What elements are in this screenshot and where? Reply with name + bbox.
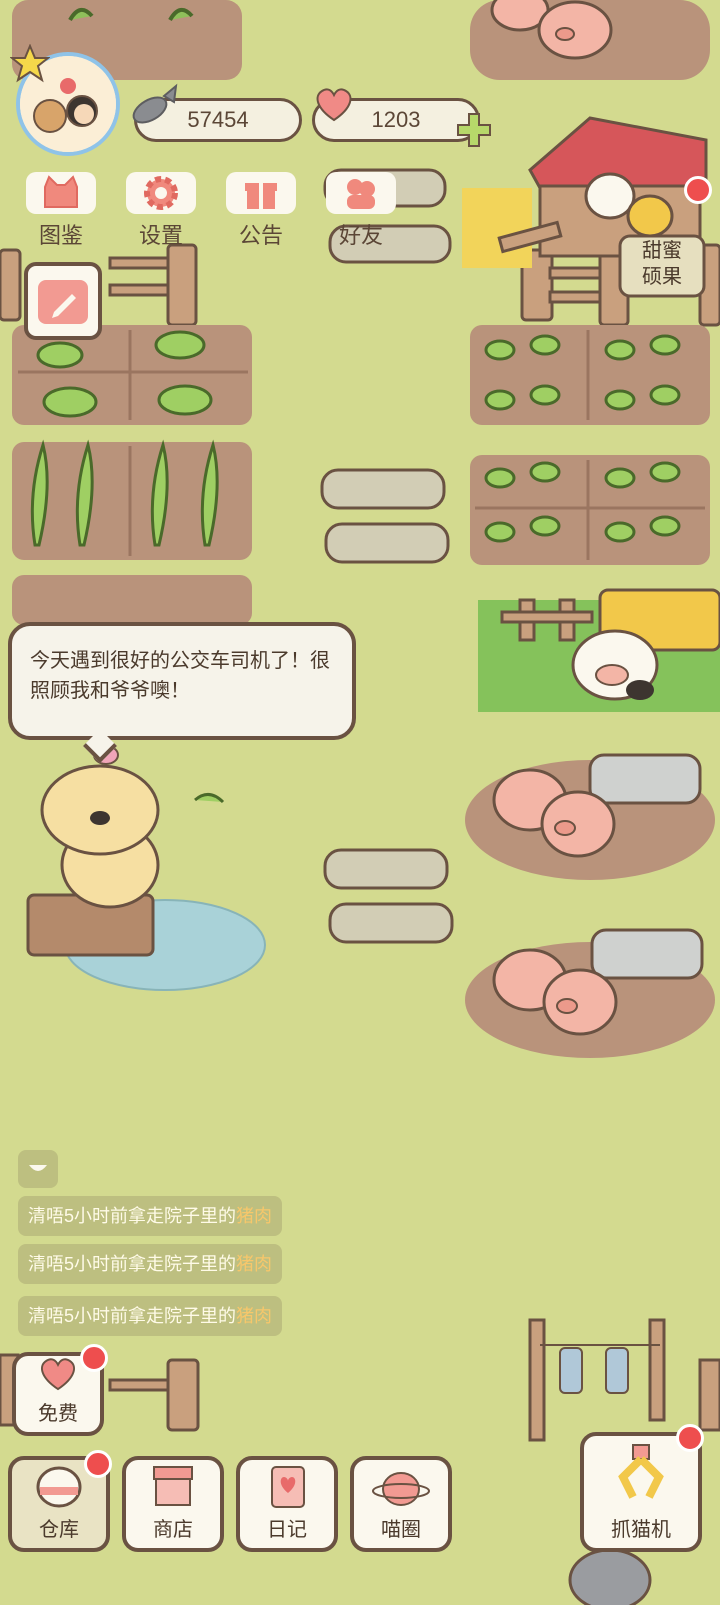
- claw-machine-badge: [676, 1424, 704, 1452]
- diary-button[interactable]: 日记: [236, 1456, 338, 1552]
- storage-jar-icon: [36, 1466, 82, 1508]
- hearts-count: 1203: [371, 107, 421, 132]
- claw-icon: [618, 1444, 664, 1499]
- fish-icon: [128, 82, 178, 137]
- sweet-harvest-sign[interactable]: 甜蜜 硕果: [620, 238, 704, 294]
- notice-icon-wrap: [226, 172, 296, 214]
- heart-icon-svg: [316, 88, 352, 122]
- diary-icon: [271, 1466, 305, 1508]
- storage-label: 仓库: [39, 1519, 79, 1541]
- guide-label: 图鉴: [38, 223, 83, 248]
- notice-label: 公告: [238, 223, 283, 248]
- star-icon: [9, 43, 51, 83]
- fish-count: 57454: [187, 107, 249, 132]
- diary-label: 日记: [267, 1519, 307, 1541]
- log-entry-text: 清唔5小时前拿走院子里的: [28, 1206, 237, 1226]
- hen-house-badge: [684, 176, 712, 204]
- friends-button[interactable]: 好友: [320, 172, 402, 250]
- shop-button[interactable]: 商店: [122, 1456, 224, 1552]
- sign-line-1: 甜蜜: [642, 240, 682, 262]
- plus-icon: [457, 113, 491, 147]
- sign-line-2: 硕果: [642, 266, 682, 288]
- log-entry: 清唔5小时前拿走院子里的猪肉: [18, 1296, 283, 1336]
- log-entry-text: 清唔5小时前拿走院子里的: [28, 1306, 237, 1326]
- add-hearts-button[interactable]: [454, 110, 494, 150]
- log-entry: 清唔5小时前拿走院子里的猪肉: [18, 1196, 283, 1236]
- speech-bubble: 今天遇到很好的公交车司机了！很照顾我和爷爷噢！: [8, 622, 356, 740]
- settings-icon-wrap: [126, 172, 196, 214]
- claw-machine-label: 抓猫机: [611, 1519, 671, 1541]
- log-entry-item: 猪肉: [236, 1306, 273, 1326]
- log-entry-item: 猪肉: [236, 1206, 273, 1226]
- collapse-icon: [29, 1165, 47, 1171]
- shop-icon: [153, 1466, 193, 1506]
- free-label: 免费: [38, 1403, 78, 1425]
- cat-circle-button[interactable]: 喵圈: [350, 1456, 452, 1552]
- friends-label: 好友: [338, 223, 383, 248]
- log-entry-text: 清唔5小时前拿走院子里的: [28, 1254, 237, 1274]
- cat-planet-icon: [372, 1472, 430, 1506]
- farm-scene: 57454 1203 图鉴 设置 公告 好友 甜蜜 硕果 今天遇到很好的公交车司…: [0, 0, 720, 1605]
- shop-label: 商店: [153, 1519, 193, 1541]
- log-toggle-button[interactable]: [18, 1150, 58, 1188]
- log-entry: 清唔5小时前拿走院子里的猪肉: [18, 1244, 283, 1284]
- fish-icon-svg: [132, 83, 178, 124]
- cat-circle-label: 喵圈: [381, 1519, 421, 1541]
- heart-icon: [41, 1358, 75, 1391]
- calendar-edit-icon: [38, 280, 88, 324]
- friends-icon-wrap: [326, 172, 396, 214]
- notice-button[interactable]: 公告: [220, 172, 302, 250]
- calendar-button[interactable]: [24, 262, 102, 340]
- settings-button[interactable]: 设置: [120, 172, 202, 250]
- log-entry-item: 猪肉: [236, 1254, 273, 1274]
- storage-badge: [84, 1450, 112, 1478]
- star-sticker: [9, 43, 51, 84]
- guide-button[interactable]: 图鉴: [20, 172, 102, 250]
- gift-icon: [245, 183, 277, 209]
- speech-text: 今天遇到很好的公交车司机了！很照顾我和爷爷噢！: [30, 650, 330, 702]
- guide-icon-wrap: [26, 172, 96, 214]
- heart-icon: [312, 86, 356, 129]
- settings-label: 设置: [138, 223, 183, 248]
- friends-icon: [347, 179, 375, 209]
- gear-icon: [144, 176, 178, 210]
- free-badge: [80, 1344, 108, 1372]
- cat-book-icon: [44, 175, 78, 208]
